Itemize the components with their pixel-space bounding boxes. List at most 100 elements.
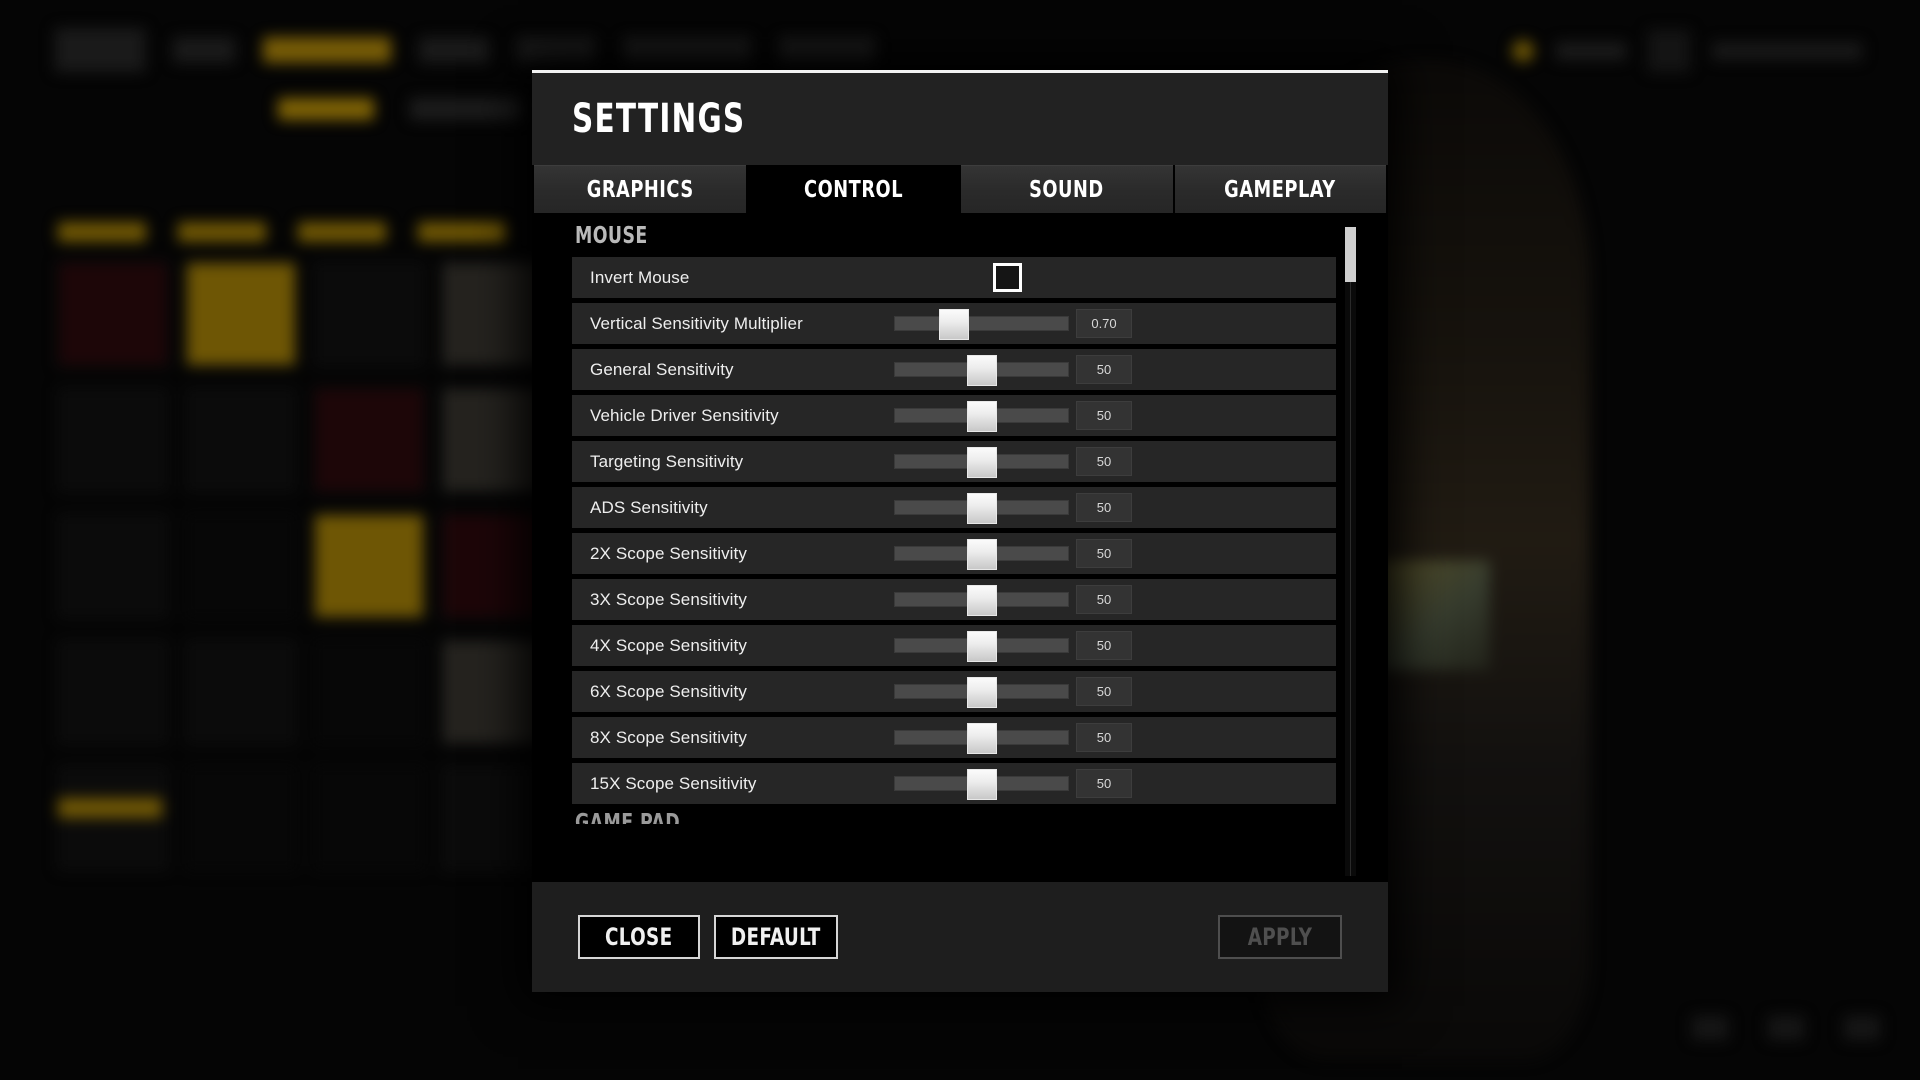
- vehicle-driver-sensitivity-value[interactable]: 50: [1076, 401, 1132, 430]
- setting-row-8x-scope-sensitivity: 8X Scope Sensitivity 50: [572, 717, 1336, 758]
- tab-sound[interactable]: SOUND: [961, 165, 1173, 213]
- inventory-cell: [58, 388, 168, 492]
- apply-button: APPLY: [1218, 915, 1342, 959]
- 8x-scope-sensitivity-value[interactable]: 50: [1076, 723, 1132, 752]
- default-button[interactable]: DEFAULT: [714, 915, 838, 959]
- inventory-cell: [314, 262, 424, 366]
- inventory-cell: [58, 514, 168, 618]
- background-category-tab: [298, 222, 386, 242]
- ads-sensitivity-value[interactable]: 50: [1076, 493, 1132, 522]
- setting-row-targeting-sensitivity: Targeting Sensitivity 50: [572, 441, 1336, 482]
- slider-handle[interactable]: [966, 631, 997, 662]
- background-nav-item-store: [419, 37, 489, 63]
- general-sensitivity-value[interactable]: 50: [1076, 355, 1132, 384]
- ads-sensitivity-slider[interactable]: [894, 493, 1069, 524]
- background-top-nav: [55, 28, 875, 72]
- invert-mouse-checkbox[interactable]: [993, 263, 1022, 292]
- 15x-scope-sensitivity-slider[interactable]: [894, 769, 1069, 800]
- slider-handle[interactable]: [966, 585, 997, 616]
- inventory-cell: [314, 640, 424, 744]
- slider-handle[interactable]: [966, 677, 997, 708]
- settings-tab-bar: GRAPHICS CONTROL SOUND GAMEPLAY: [532, 165, 1388, 213]
- close-button-label: CLOSE: [605, 923, 673, 951]
- targeting-sensitivity-slider[interactable]: [894, 447, 1069, 478]
- setting-row-vehicle-driver-sensitivity: Vehicle Driver Sensitivity 50: [572, 395, 1336, 436]
- setting-row-15x-scope-sensitivity: 15X Scope Sensitivity 50: [572, 763, 1336, 804]
- vehicle-driver-sensitivity-slider[interactable]: [894, 401, 1069, 432]
- setting-label-vehicle-driver-sensitivity: Vehicle Driver Sensitivity: [590, 405, 779, 425]
- slider-handle[interactable]: [966, 493, 997, 524]
- tab-graphics[interactable]: GRAPHICS: [534, 165, 746, 213]
- setting-row-3x-scope-sensitivity: 3X Scope Sensitivity 50: [572, 579, 1336, 620]
- background-bottom-icons: [1692, 1016, 1880, 1040]
- setting-row-vertical-sensitivity-multiplier: Vertical Sensitivity Multiplier 0.70: [572, 303, 1336, 344]
- inventory-cell: [186, 766, 296, 870]
- default-button-label: DEFAULT: [731, 923, 821, 951]
- inventory-cell: [314, 514, 424, 618]
- 4x-scope-sensitivity-slider[interactable]: [894, 631, 1069, 662]
- setting-label-6x-scope-sensitivity: 6X Scope Sensitivity: [590, 681, 747, 701]
- slider-handle[interactable]: [966, 355, 997, 386]
- 2x-scope-sensitivity-value[interactable]: 50: [1076, 539, 1132, 568]
- tab-control[interactable]: CONTROL: [747, 165, 959, 213]
- setting-row-invert-mouse: Invert Mouse: [572, 257, 1336, 298]
- setting-row-ads-sensitivity: ADS Sensitivity 50: [572, 487, 1336, 528]
- setting-row-general-sensitivity: General Sensitivity 50: [572, 349, 1336, 390]
- 2x-scope-sensitivity-slider[interactable]: [894, 539, 1069, 570]
- background-nav-item-replays: [779, 37, 875, 63]
- setting-label-4x-scope-sensitivity: 4X Scope Sensitivity: [590, 635, 747, 655]
- setting-row-4x-scope-sensitivity: 4X Scope Sensitivity 50: [572, 625, 1336, 666]
- avatar: [1648, 30, 1690, 72]
- tab-gameplay-label: GAMEPLAY: [1224, 176, 1337, 203]
- 15x-scope-sensitivity-value[interactable]: 50: [1076, 769, 1132, 798]
- settings-content: MOUSE Invert Mouse Vertical Sensitivity …: [532, 213, 1388, 882]
- setting-row-6x-scope-sensitivity: 6X Scope Sensitivity 50: [572, 671, 1336, 712]
- setting-label-3x-scope-sensitivity: 3X Scope Sensitivity: [590, 589, 747, 609]
- inventory-cell: [314, 388, 424, 492]
- inventory-cell: [186, 514, 296, 618]
- close-button[interactable]: CLOSE: [578, 915, 700, 959]
- background-nav-item-play: [173, 37, 235, 63]
- setting-label-invert-mouse: Invert Mouse: [590, 267, 690, 287]
- vertical-sensitivity-multiplier-value[interactable]: 0.70: [1076, 309, 1132, 338]
- settings-scrollbar[interactable]: [1345, 227, 1356, 876]
- 8x-scope-sensitivity-slider[interactable]: [894, 723, 1069, 754]
- setting-label-targeting-sensitivity: Targeting Sensitivity: [590, 451, 744, 471]
- background-icon: [1844, 1016, 1880, 1040]
- slider-handle[interactable]: [966, 447, 997, 478]
- background-nav-item-career: [517, 37, 595, 63]
- inventory-cell: [186, 262, 296, 366]
- vertical-sensitivity-multiplier-slider[interactable]: [894, 309, 1069, 340]
- currency-icon: [1512, 40, 1534, 62]
- 4x-scope-sensitivity-value[interactable]: 50: [1076, 631, 1132, 660]
- slider-handle[interactable]: [966, 401, 997, 432]
- scrollbar-thumb[interactable]: [1345, 227, 1356, 282]
- settings-dialog: SETTINGS GRAPHICS CONTROL SOUND GAMEPLAY…: [532, 70, 1388, 992]
- slider-handle[interactable]: [938, 309, 969, 340]
- slider-handle[interactable]: [966, 769, 997, 800]
- background-nav-item-customization: [263, 37, 391, 63]
- background-inventory-grid: [58, 262, 552, 870]
- settings-scroll-area[interactable]: MOUSE Invert Mouse Vertical Sensitivity …: [532, 221, 1388, 882]
- slider-handle[interactable]: [966, 723, 997, 754]
- 3x-scope-sensitivity-value[interactable]: 50: [1076, 585, 1132, 614]
- 6x-scope-sensitivity-slider[interactable]: [894, 677, 1069, 708]
- general-sensitivity-slider[interactable]: [894, 355, 1069, 386]
- section-heading-game-pad: GAME PAD: [575, 810, 681, 824]
- setting-label-8x-scope-sensitivity: 8X Scope Sensitivity: [590, 727, 747, 747]
- tab-gameplay[interactable]: GAMEPLAY: [1174, 165, 1386, 213]
- targeting-sensitivity-value[interactable]: 50: [1076, 447, 1132, 476]
- inventory-cell: [186, 640, 296, 744]
- apply-button-label: APPLY: [1247, 923, 1313, 951]
- 3x-scope-sensitivity-slider[interactable]: [894, 585, 1069, 616]
- background-sub-nav: [278, 98, 522, 120]
- 6x-scope-sensitivity-value[interactable]: 50: [1076, 677, 1132, 706]
- tab-control-label: CONTROL: [803, 176, 903, 203]
- username: [1712, 42, 1862, 60]
- slider-handle[interactable]: [966, 539, 997, 570]
- background-category-tab: [178, 222, 266, 242]
- setting-label-2x-scope-sensitivity: 2X Scope Sensitivity: [590, 543, 747, 563]
- background-category-tab: [58, 222, 146, 242]
- background-nav-item-leaderboards: [623, 37, 751, 63]
- background-icon: [1692, 1016, 1728, 1040]
